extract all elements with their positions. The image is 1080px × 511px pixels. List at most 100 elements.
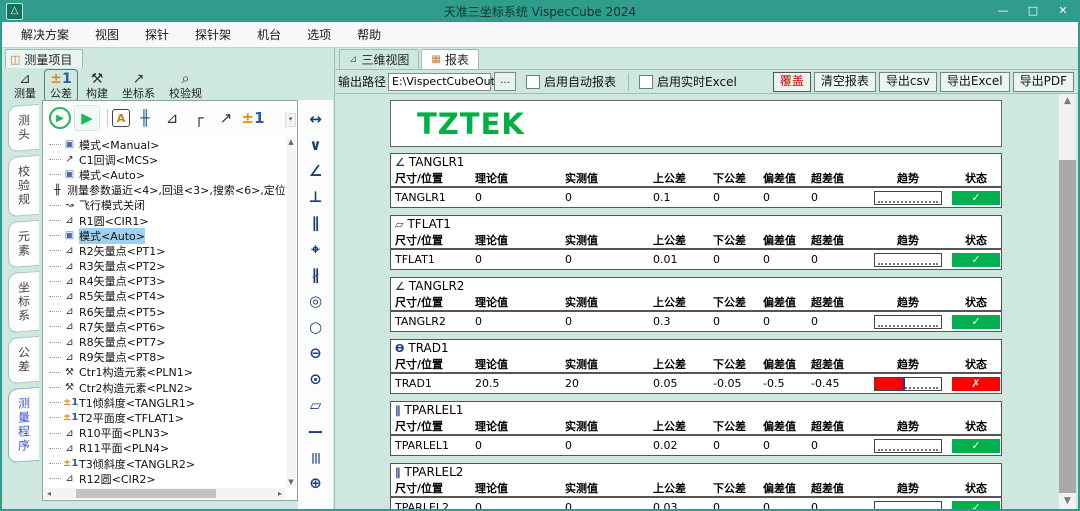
tree-item[interactable]: ⊿R3矢量点<PT2> bbox=[45, 259, 285, 274]
menu-item[interactable]: 探针 bbox=[132, 23, 182, 46]
distance-icon[interactable]: ↔ bbox=[304, 106, 328, 132]
scroll-up-icon[interactable]: ▲ bbox=[286, 137, 296, 147]
checkbox-icon[interactable] bbox=[639, 75, 653, 89]
checkbox-icon[interactable] bbox=[526, 75, 540, 89]
toolbar-overflow-icon[interactable]: ▾ bbox=[285, 113, 296, 127]
tree-item[interactable]: ↗C1回调<MCS> bbox=[45, 152, 285, 167]
close-button[interactable]: ✕ bbox=[1048, 0, 1078, 22]
action-button[interactable]: 导出PDF bbox=[1013, 72, 1074, 92]
side-tab[interactable]: 公差 bbox=[8, 336, 39, 384]
tab-报表[interactable]: ▦报表 bbox=[421, 49, 478, 69]
tree-item[interactable]: ▣模式<Auto> bbox=[45, 228, 285, 243]
tree-item[interactable]: ⊿R2矢量点<PT1> bbox=[45, 243, 285, 258]
side-tab[interactable]: 校验规 bbox=[8, 155, 39, 217]
tree-item[interactable]: ±1T3倾斜度<TANGLR2> bbox=[45, 456, 285, 471]
tree-item[interactable]: ⊿R7矢量点<PT6> bbox=[45, 319, 285, 334]
parallelism-icon[interactable]: ∥ bbox=[304, 210, 328, 236]
h-scroll-thumb[interactable] bbox=[76, 489, 216, 498]
toolbar-coordinate-button[interactable]: ↗坐标系 bbox=[116, 69, 161, 102]
scroll-down-icon[interactable]: ▼ bbox=[1059, 494, 1076, 509]
tree-item[interactable]: ⊿R4矢量点<PT3> bbox=[45, 274, 285, 289]
menu-item[interactable]: 探针架 bbox=[182, 23, 244, 46]
radius-icon[interactable]: ⊙ bbox=[304, 366, 328, 392]
coordinate-icon[interactable]: ↗ bbox=[214, 106, 238, 130]
tree-vertical-scrollbar[interactable]: ▲ ▼ bbox=[286, 137, 296, 487]
tree-item[interactable]: ⊿R11平面<PLN4> bbox=[45, 441, 285, 456]
parallel-distance-icon[interactable]: ∦ bbox=[304, 262, 328, 288]
action-button[interactable]: 导出csv bbox=[879, 72, 937, 92]
tree-item[interactable]: ⊿R10平面<PLN3> bbox=[45, 426, 285, 441]
scroll-up-icon[interactable]: ▲ bbox=[1059, 94, 1076, 109]
tree-item[interactable]: ╫测量参数逼近<4>,回退<3>,搜索<6>,定位<2: bbox=[45, 183, 285, 198]
column-header: 理论值 bbox=[471, 480, 561, 496]
realtime-excel-checkbox[interactable]: 启用实时Excel bbox=[639, 73, 737, 90]
auto-mode-icon[interactable]: A bbox=[112, 109, 130, 127]
scroll-down-icon[interactable]: ▼ bbox=[286, 477, 296, 487]
measurement-project-tab[interactable]: ◫ 测量项目 bbox=[5, 49, 83, 68]
straightness-icon[interactable]: — bbox=[304, 418, 328, 444]
tab-三维视图[interactable]: ⊿三维视图 bbox=[339, 49, 419, 69]
side-tab[interactable]: 测量程序 bbox=[8, 387, 39, 463]
tree-item[interactable]: ⚒Ctr2构造元素<PLN2> bbox=[45, 380, 285, 395]
tree-item[interactable]: ⊿R8矢量点<PT7> bbox=[45, 334, 285, 349]
side-tab[interactable]: 测头 bbox=[8, 104, 39, 152]
action-button[interactable]: 清空报表 bbox=[814, 72, 876, 92]
tree-item-label: T2平面度<TFLAT1> bbox=[79, 410, 184, 426]
composite-position-icon[interactable]: ⊕ bbox=[304, 470, 328, 496]
side-tab[interactable]: 坐标系 bbox=[8, 271, 39, 333]
column-header: 超差值 bbox=[807, 232, 865, 248]
tree-item[interactable]: ±1T1倾斜度<TANGLR1> bbox=[45, 395, 285, 410]
tree-item[interactable]: ⊿R12圆<CIR2> bbox=[45, 471, 285, 486]
tree-item[interactable]: ⊿R5矢量点<PT4> bbox=[45, 289, 285, 304]
scroll-thumb[interactable] bbox=[1059, 160, 1076, 493]
tree-horizontal-scrollbar[interactable]: ◂ ▸ bbox=[44, 488, 285, 499]
menu-item[interactable]: 帮助 bbox=[344, 23, 394, 46]
scroll-left-icon[interactable]: ◂ bbox=[44, 488, 54, 499]
action-button[interactable]: 导出Excel bbox=[940, 72, 1010, 92]
maximize-button[interactable]: □ bbox=[1018, 0, 1048, 22]
circularity-icon[interactable]: ○ bbox=[304, 314, 328, 340]
tolerance-icon[interactable]: ±1 bbox=[241, 106, 265, 130]
menu-item[interactable]: 解决方案 bbox=[8, 23, 82, 46]
measure-params-icon[interactable]: ╫ bbox=[133, 106, 157, 130]
tree-item[interactable]: ↝飞行模式关闭 bbox=[45, 198, 285, 213]
tree-item[interactable]: ▣模式<Auto> bbox=[45, 167, 285, 182]
run-icon[interactable]: ▶ bbox=[49, 107, 71, 129]
output-path-input[interactable]: E:\VispectCubeOutput bbox=[388, 73, 491, 91]
flatness-icon: ▱ bbox=[395, 218, 403, 231]
action-button[interactable]: 覆盖 bbox=[773, 72, 811, 92]
menu-item[interactable]: 视图 bbox=[82, 23, 132, 46]
toolbar-gauge-button[interactable]: ⌕校验规 bbox=[163, 69, 208, 102]
symmetry-lines-icon[interactable]: ||| bbox=[304, 444, 328, 470]
tree-item[interactable]: ⊿R9矢量点<PT8> bbox=[45, 350, 285, 365]
toolbar-measure-button[interactable]: ⊿测量 bbox=[8, 69, 42, 102]
minimize-button[interactable]: — bbox=[988, 0, 1018, 22]
tree-connector bbox=[49, 478, 61, 479]
symmetry-icon[interactable]: ⊖ bbox=[304, 340, 328, 366]
menu-item[interactable]: 机台 bbox=[244, 23, 294, 46]
corner-icon[interactable]: ┌ bbox=[187, 106, 211, 130]
menu-item[interactable]: 选项 bbox=[294, 23, 344, 46]
scroll-right-icon[interactable]: ▸ bbox=[275, 488, 285, 499]
angularity-icon[interactable]: ∠ bbox=[304, 158, 328, 184]
flatness-icon[interactable]: ▱ bbox=[304, 392, 328, 418]
column-header: 下公差 bbox=[709, 480, 759, 496]
tree-item[interactable]: ⊿R1圆<CIR1> bbox=[45, 213, 285, 228]
toolbar-tolerance-button[interactable]: ±1公差 bbox=[44, 69, 78, 102]
step-run-icon[interactable]: ▶ bbox=[74, 105, 100, 131]
tree-item[interactable]: ⚒Ctr1构造元素<PLN1> bbox=[45, 365, 285, 380]
position-icon[interactable]: ⌖ bbox=[304, 236, 328, 262]
cell-value: TRAD1 bbox=[391, 377, 471, 390]
perpendicularity-icon[interactable]: ⊥ bbox=[304, 184, 328, 210]
browse-button[interactable]: ... bbox=[494, 72, 516, 91]
angle-icon[interactable]: ∨ bbox=[304, 132, 328, 158]
tree-item[interactable]: ±1T2平面度<TFLAT1> bbox=[45, 410, 285, 425]
auto-report-checkbox[interactable]: 启用自动报表 bbox=[526, 73, 616, 90]
concentricity-icon[interactable]: ◎ bbox=[304, 288, 328, 314]
side-tab[interactable]: 元素 bbox=[8, 220, 39, 268]
toolbar-construct-button[interactable]: ⚒构建 bbox=[80, 69, 114, 102]
tree-item[interactable]: ▣模式<Manual> bbox=[45, 137, 285, 152]
tree-item[interactable]: ⊿R6矢量点<PT5> bbox=[45, 304, 285, 319]
report-scrollbar[interactable]: ▲ ▼ bbox=[1059, 94, 1076, 509]
measure-icon[interactable]: ⊿ bbox=[160, 106, 184, 130]
